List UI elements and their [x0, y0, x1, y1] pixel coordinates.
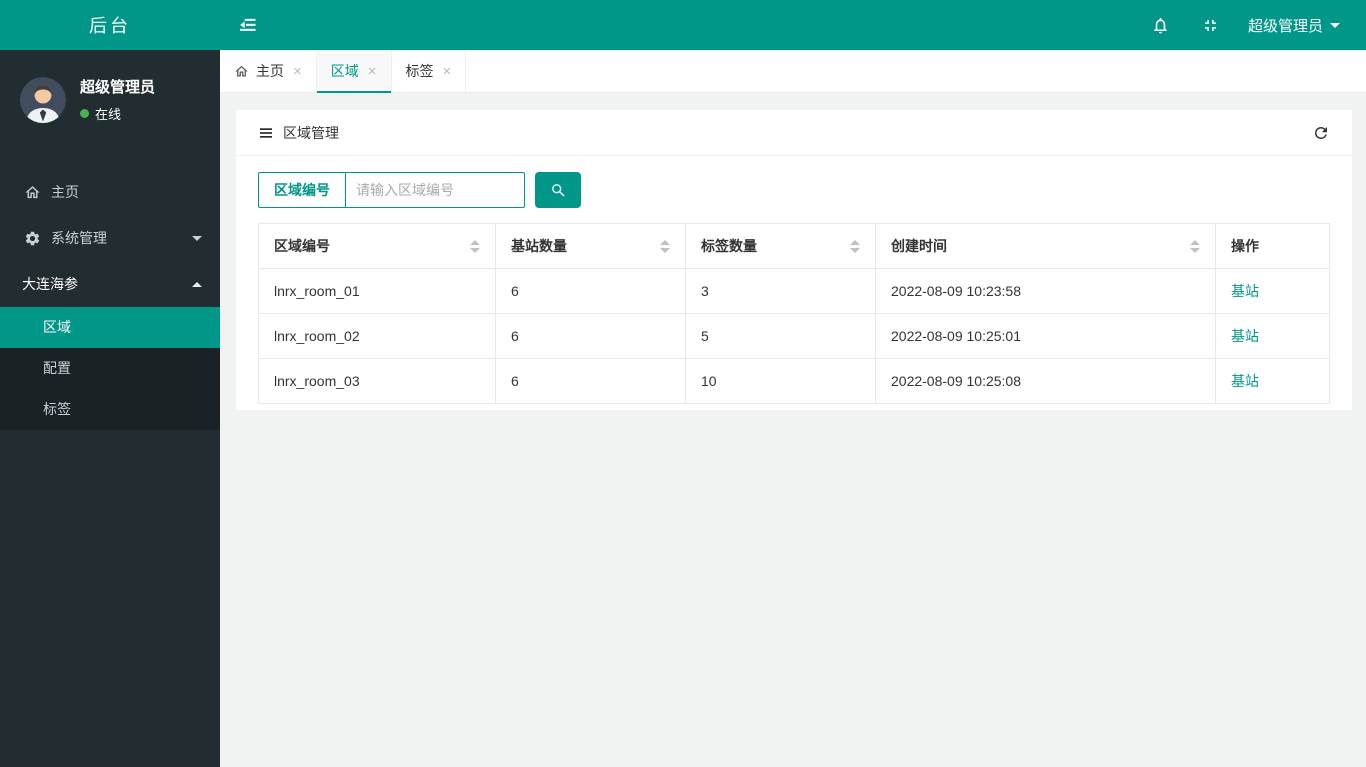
cell-created: 2022-08-09 10:23:58 — [875, 268, 1216, 314]
tab-home[interactable]: 主页 × — [220, 50, 317, 92]
panel-header: 区域管理 — [236, 110, 1352, 156]
column-label: 基站数量 — [511, 238, 567, 254]
avatar — [20, 76, 66, 123]
gear-icon — [22, 230, 42, 247]
profile-name: 超级管理员 — [80, 79, 156, 96]
top-header: 后台 超级管理员 — [0, 0, 1366, 50]
table-header-row: 区域编号 基站数量 标签数量 创建时间 操作 — [258, 223, 1330, 269]
sidebar-toggle-icon[interactable] — [235, 12, 261, 38]
user-profile: 超级管理员 在线 — [0, 50, 220, 149]
sidebar-subitem-region[interactable]: 区域 — [0, 307, 220, 348]
cell-region: lnrx_room_03 — [258, 358, 496, 404]
chevron-down-icon — [1330, 22, 1340, 28]
home-icon — [22, 184, 42, 201]
column-label: 区域编号 — [274, 238, 330, 254]
base-station-link[interactable]: 基站 — [1231, 328, 1259, 344]
cell-tags: 5 — [685, 313, 876, 359]
sort-icon — [462, 239, 480, 253]
column-label: 标签数量 — [701, 238, 757, 254]
fullscreen-exit-icon[interactable] — [1198, 12, 1224, 38]
cell-tags: 3 — [685, 268, 876, 314]
sidebar-subitem-config[interactable]: 配置 — [0, 348, 220, 389]
main-area: 主页 × 区域 × 标签 × 区域管理 区域编号 请输入区域编号 区域编号 基站… — [220, 50, 1366, 767]
tab-tag[interactable]: 标签 × — [392, 50, 467, 92]
sidebar-item-home[interactable]: 主页 — [0, 169, 220, 215]
base-station-link[interactable]: 基站 — [1231, 283, 1259, 299]
bell-icon[interactable] — [1148, 12, 1174, 38]
online-status-dot — [80, 109, 89, 118]
column-header-tags[interactable]: 标签数量 — [685, 223, 876, 269]
column-header-region[interactable]: 区域编号 — [258, 223, 496, 269]
header-actions: 超级管理员 — [1124, 12, 1366, 38]
region-panel: 区域管理 区域编号 请输入区域编号 区域编号 基站数量 标签数量 创建时间 操作… — [236, 110, 1352, 410]
sidebar-item-dalian[interactable]: 大连海参 — [0, 261, 220, 307]
sidebar-item-label: 大连海参 — [22, 276, 78, 292]
column-header-stations[interactable]: 基站数量 — [495, 223, 686, 269]
tab-label: 区域 — [330, 63, 359, 79]
sidebar-submenu: 区域 配置 标签 — [0, 307, 220, 430]
close-icon[interactable]: × — [368, 64, 377, 79]
column-label: 创建时间 — [891, 238, 947, 254]
sidebar-item-label: 主页 — [51, 184, 79, 200]
list-icon — [258, 125, 274, 141]
close-icon[interactable]: × — [443, 64, 452, 79]
column-header-created[interactable]: 创建时间 — [875, 223, 1216, 269]
cell-stations: 6 — [495, 313, 686, 359]
column-header-actions: 操作 — [1215, 223, 1330, 269]
cell-stations: 6 — [495, 358, 686, 404]
column-label: 操作 — [1231, 238, 1259, 254]
sidebar: 超级管理员 在线 主页 系统管理 大连海参 区域 配置 标签 — [0, 50, 220, 767]
tab-label: 标签 — [405, 63, 434, 79]
search-field-label: 区域编号 — [258, 172, 345, 208]
sidebar-item-system[interactable]: 系统管理 — [0, 215, 220, 261]
cell-tags: 10 — [685, 358, 876, 404]
table-row: lnrx_room_01 6 3 2022-08-09 10:23:58 基站 — [258, 268, 1330, 314]
region-code-input[interactable] — [345, 172, 525, 208]
search-bar: 区域编号 — [258, 172, 1330, 208]
chevron-down-icon — [192, 235, 202, 241]
tab-region[interactable]: 区域 × — [316, 50, 392, 93]
table-row: lnrx_room_02 6 5 2022-08-09 10:25:01 基站 — [258, 313, 1330, 359]
page-title: 区域管理 — [283, 124, 339, 141]
home-icon — [234, 64, 249, 79]
sort-icon — [1182, 239, 1200, 253]
cell-region: lnrx_room_02 — [258, 313, 496, 359]
base-station-link[interactable]: 基站 — [1231, 373, 1259, 389]
sidebar-item-label: 系统管理 — [51, 230, 107, 246]
search-button[interactable] — [535, 172, 581, 208]
cell-created: 2022-08-09 10:25:08 — [875, 358, 1216, 404]
chevron-up-icon — [192, 281, 202, 287]
cell-region: lnrx_room_01 — [258, 268, 496, 314]
user-dropdown[interactable]: 超级管理员 — [1248, 15, 1340, 36]
page-content: 区域管理 区域编号 请输入区域编号 区域编号 基站数量 标签数量 创建时间 操作… — [220, 93, 1366, 410]
tab-label: 主页 — [256, 63, 284, 79]
cell-created: 2022-08-09 10:25:01 — [875, 313, 1216, 359]
search-icon — [550, 182, 567, 199]
sidebar-menu: 主页 系统管理 大连海参 区域 配置 标签 — [0, 169, 220, 430]
sidebar-subitem-tag[interactable]: 标签 — [0, 389, 220, 430]
cell-stations: 6 — [495, 268, 686, 314]
app-logo: 后台 — [89, 16, 131, 36]
panel-body: 区域编号 请输入区域编号 区域编号 基站数量 标签数量 创建时间 操作 lnrx… — [236, 156, 1352, 410]
tab-bar: 主页 × 区域 × 标签 × — [220, 50, 1366, 93]
sort-icon — [842, 239, 860, 253]
sort-icon — [652, 239, 670, 253]
region-table: 区域编号 基站数量 标签数量 创建时间 操作 lnrx_room_01 6 3 … — [258, 223, 1330, 404]
refresh-icon[interactable] — [1312, 124, 1330, 142]
username: 超级管理员 — [1247, 17, 1323, 35]
close-icon[interactable]: × — [293, 64, 302, 79]
profile-status-label: 在线 — [95, 107, 122, 122]
table-row: lnrx_room_03 6 10 2022-08-09 10:25:08 基站 — [258, 358, 1330, 404]
